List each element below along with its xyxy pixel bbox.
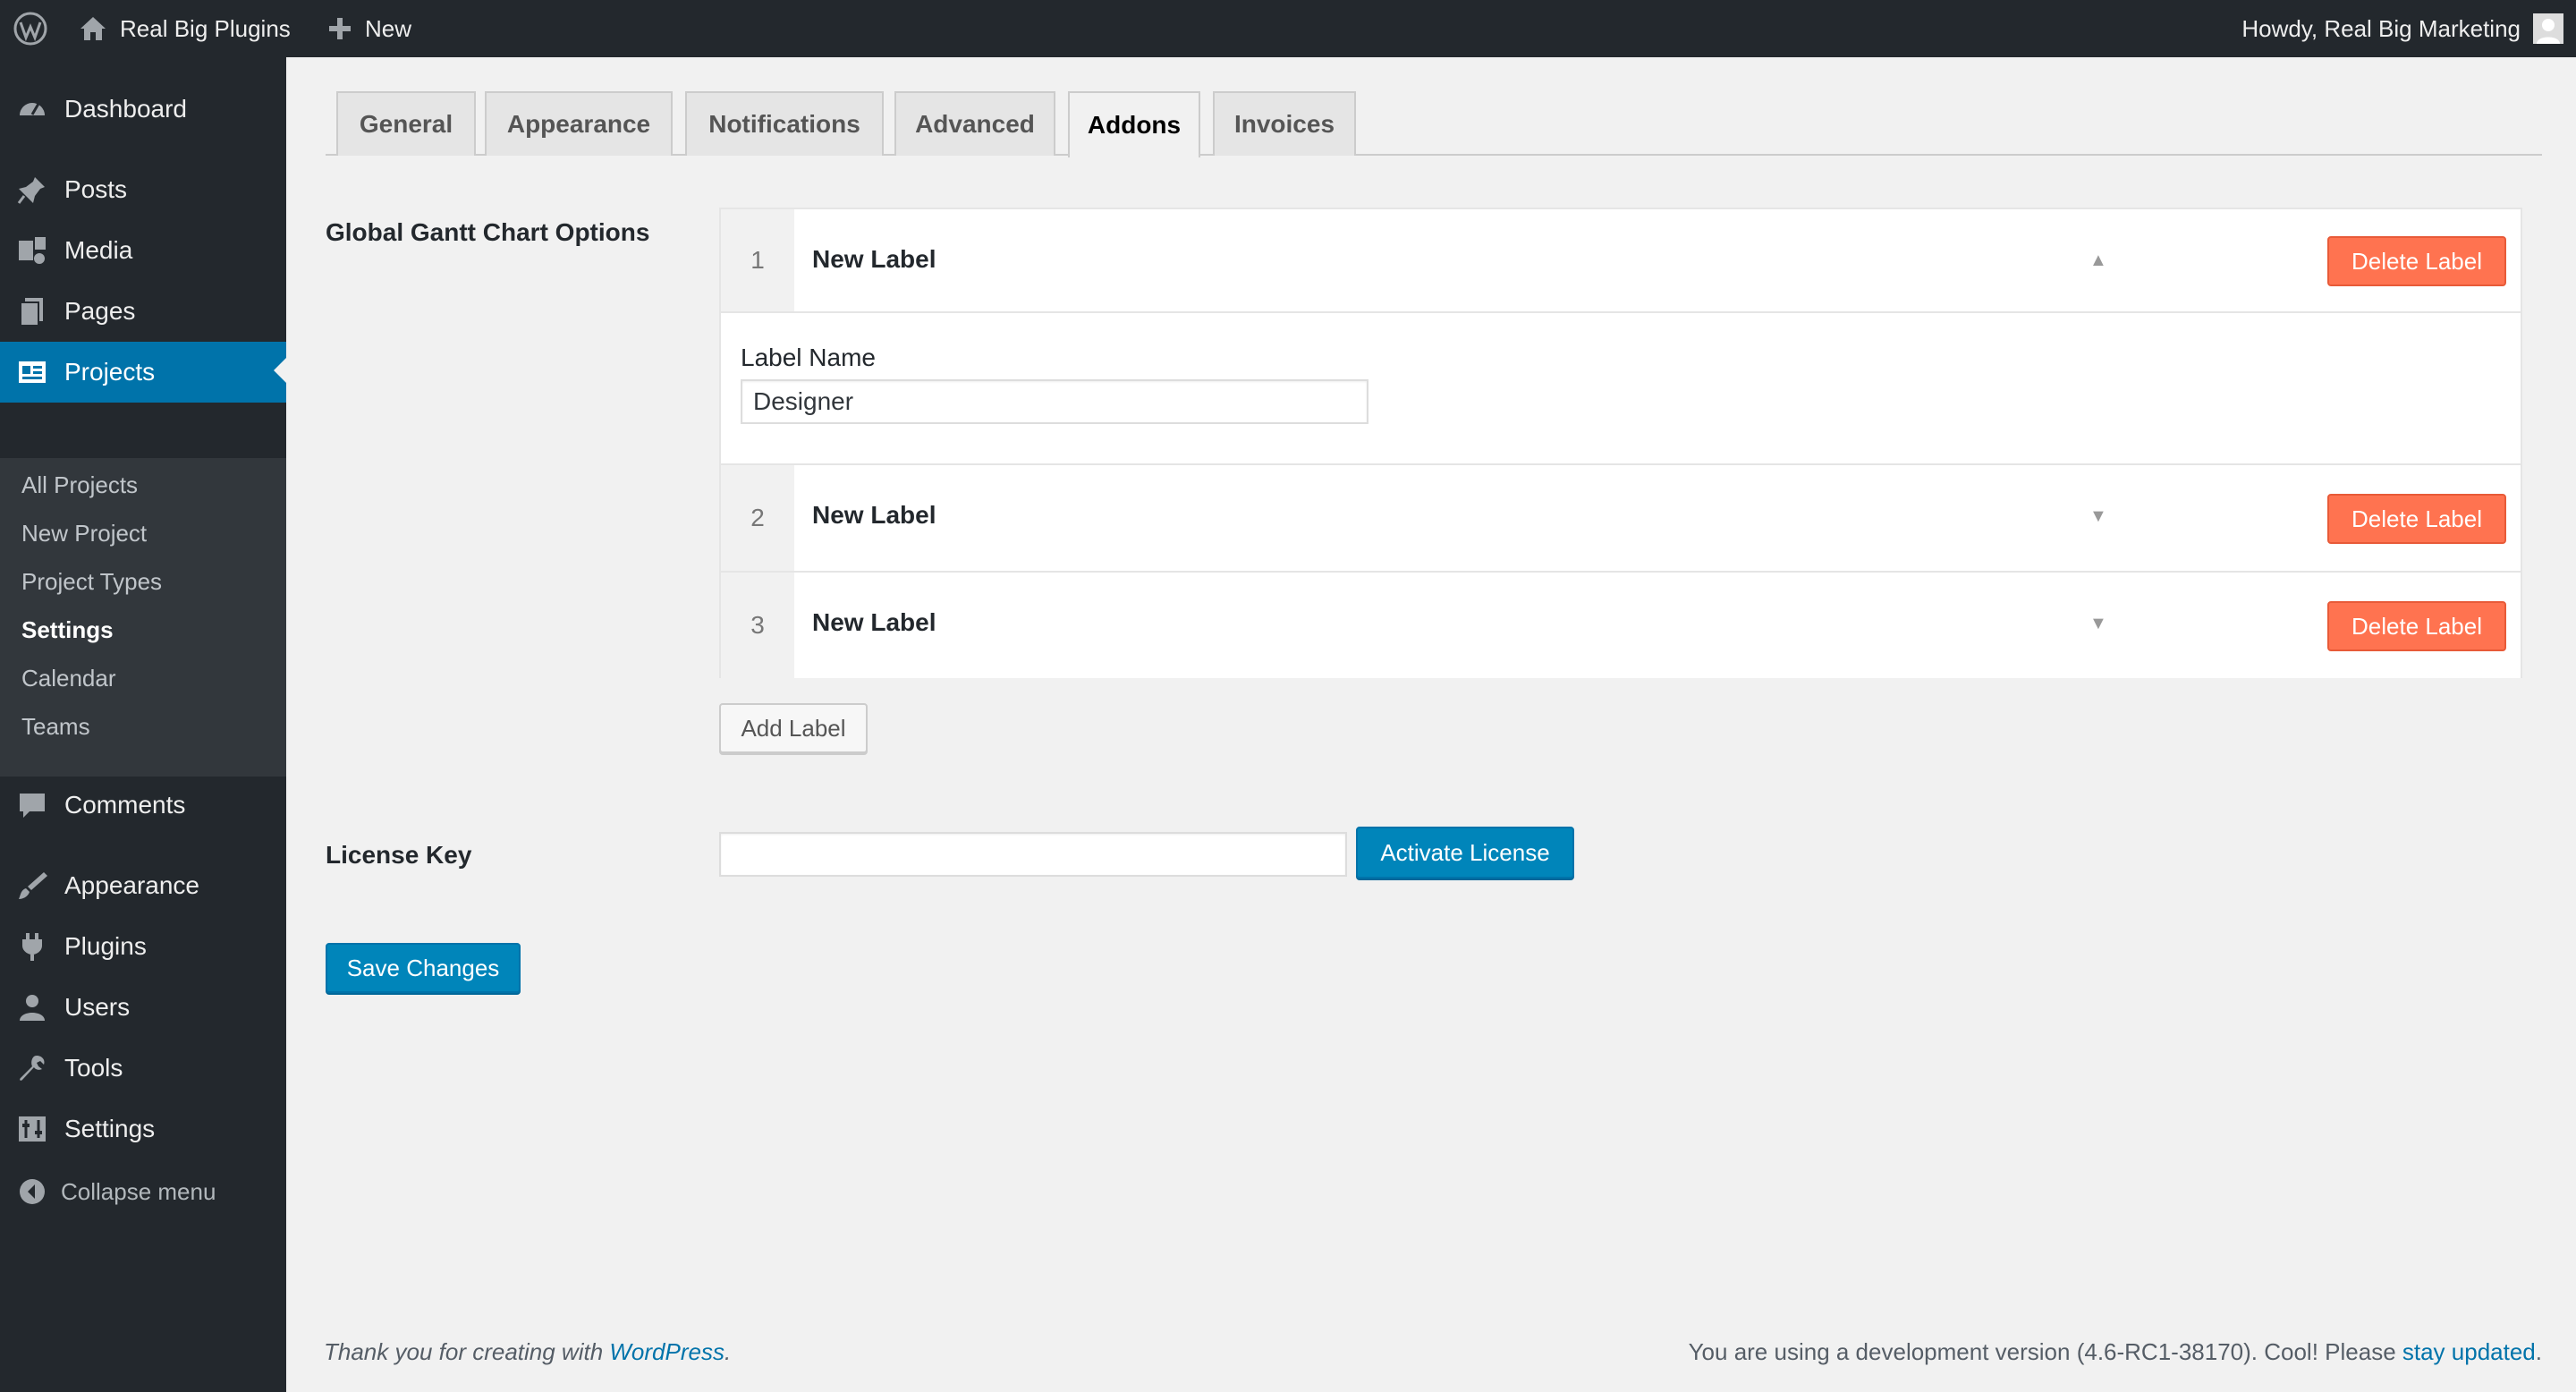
- license-key-label: License Key: [326, 841, 472, 869]
- dashboard-icon: [16, 93, 48, 125]
- menu-label: Users: [64, 993, 131, 1021]
- license-key-input[interactable]: [719, 832, 1347, 877]
- delete-label-button[interactable]: Delete Label: [2327, 494, 2506, 544]
- menu-item-appearance[interactable]: Appearance: [0, 857, 286, 914]
- admin-sidebar: Dashboard Posts Media Pages Projects All…: [0, 57, 286, 1392]
- plugin-icon: [16, 930, 48, 963]
- menu-item-comments[interactable]: Comments: [0, 777, 286, 834]
- menu-label: Comments: [64, 791, 186, 819]
- home-icon: [79, 14, 107, 43]
- submenu-project-types[interactable]: Project Types: [21, 564, 162, 599]
- tab-invoices[interactable]: Invoices: [1213, 91, 1356, 156]
- settings-icon: [16, 1113, 48, 1145]
- footer-thanks-text: Thank you for creating with: [324, 1338, 610, 1365]
- wordpress-link[interactable]: WordPress: [609, 1338, 724, 1365]
- footer-thanks-period: .: [724, 1338, 732, 1365]
- menu-label: Projects: [64, 358, 156, 386]
- menu-item-media[interactable]: Media: [0, 222, 286, 279]
- menu-label: Media: [64, 236, 133, 264]
- collapse-arrow-icon: [16, 1176, 48, 1208]
- projects-submenu: All Projects New Project Project Types S…: [0, 458, 286, 777]
- account-menu[interactable]: Howdy, Real Big Marketing: [2241, 0, 2563, 57]
- expand-arrow-icon[interactable]: ▼: [2089, 614, 2107, 634]
- menu-item-dashboard[interactable]: Dashboard: [0, 81, 286, 138]
- save-changes-button[interactable]: Save Changes: [326, 943, 521, 993]
- howdy-text: Howdy, Real Big Marketing: [2241, 14, 2521, 42]
- menu-item-tools[interactable]: Tools: [0, 1040, 286, 1097]
- row-title: New Label: [812, 245, 936, 273]
- user-icon: [16, 991, 48, 1023]
- footer-version: You are using a development version (4.6…: [1689, 1338, 2542, 1366]
- collapse-arrow-icon[interactable]: ▲: [2089, 250, 2107, 271]
- submenu-teams[interactable]: Teams: [21, 709, 90, 744]
- label-name-field-label: Label Name: [741, 344, 876, 371]
- submenu-all-projects[interactable]: All Projects: [21, 467, 138, 503]
- collapse-label: Collapse menu: [61, 1177, 216, 1205]
- admin-bar: Real Big Plugins New Howdy, Real Big Mar…: [0, 0, 2576, 57]
- tab-notifications[interactable]: Notifications: [685, 91, 884, 156]
- comment-icon: [16, 789, 48, 821]
- gantt-options-label: Global Gantt Chart Options: [326, 218, 650, 246]
- site-home-link[interactable]: Real Big Plugins: [79, 0, 291, 57]
- plus-icon: [327, 16, 352, 41]
- row-title: New Label: [812, 608, 936, 636]
- brush-icon: [16, 870, 48, 902]
- label-name-input[interactable]: [741, 379, 1368, 424]
- menu-label: Tools: [64, 1054, 123, 1082]
- wordpress-logo-icon[interactable]: [13, 0, 48, 57]
- gantt-labels-repeater: 1 New Label ▲ Delete Label Label Name 2 …: [719, 208, 2522, 678]
- tab-general[interactable]: General: [336, 91, 476, 156]
- expand-arrow-icon[interactable]: ▼: [2089, 506, 2107, 527]
- new-content-link[interactable]: New: [327, 0, 411, 57]
- label-row-2[interactable]: 2 New Label ▼ Delete Label: [721, 465, 2521, 573]
- row-number: 2: [721, 465, 794, 571]
- delete-label-button[interactable]: Delete Label: [2327, 601, 2506, 651]
- menu-label: Pages: [64, 297, 136, 325]
- menu-item-projects[interactable]: Projects: [0, 342, 286, 403]
- wrench-icon: [16, 1052, 48, 1084]
- menu-label: Dashboard: [64, 95, 187, 123]
- avatar: [2533, 13, 2563, 44]
- row-number: 1: [721, 209, 794, 311]
- submenu-settings[interactable]: Settings: [21, 612, 114, 648]
- menu-item-pages[interactable]: Pages: [0, 283, 286, 340]
- delete-label-button[interactable]: Delete Label: [2327, 236, 2506, 286]
- site-name: Real Big Plugins: [120, 14, 291, 42]
- menu-label: Appearance: [64, 871, 200, 899]
- tab-appearance[interactable]: Appearance: [485, 91, 673, 156]
- activate-license-button[interactable]: Activate License: [1356, 827, 1574, 878]
- media-icon: [16, 234, 48, 267]
- label-row-3[interactable]: 3 New Label ▼ Delete Label: [721, 573, 2521, 678]
- label-row-header[interactable]: 1 New Label ▲ Delete Label: [721, 209, 2521, 313]
- row-title: New Label: [812, 501, 936, 529]
- pages-icon: [16, 295, 48, 327]
- menu-label: Settings: [64, 1115, 156, 1142]
- settings-tabs: General Appearance Notifications Advance…: [326, 89, 2542, 157]
- footer-thanks: Thank you for creating with WordPress.: [324, 1338, 731, 1366]
- footer-version-period: .: [2535, 1338, 2542, 1365]
- projects-icon: [16, 356, 48, 388]
- new-label: New: [365, 14, 412, 42]
- menu-label: Posts: [64, 175, 128, 203]
- submenu-new-project[interactable]: New Project: [21, 515, 147, 551]
- menu-item-users[interactable]: Users: [0, 979, 286, 1036]
- collapse-menu-button[interactable]: Collapse menu: [0, 1163, 286, 1220]
- label-row-1: 1 New Label ▲ Delete Label Label Name: [721, 209, 2521, 465]
- menu-item-posts[interactable]: Posts: [0, 161, 286, 218]
- stay-updated-link[interactable]: stay updated: [2402, 1338, 2536, 1365]
- add-label-button[interactable]: Add Label: [719, 703, 868, 753]
- tab-addons[interactable]: Addons: [1068, 91, 1200, 157]
- footer-version-text: You are using a development version (4.6…: [1688, 1338, 2402, 1365]
- submenu-calendar[interactable]: Calendar: [21, 660, 116, 696]
- menu-item-plugins[interactable]: Plugins: [0, 918, 286, 975]
- admin-footer: Thank you for creating with WordPress. Y…: [324, 1338, 2542, 1374]
- row-number: 3: [721, 573, 794, 678]
- pin-icon: [16, 174, 48, 206]
- menu-item-settings[interactable]: Settings: [0, 1100, 286, 1158]
- menu-label: Plugins: [64, 932, 147, 960]
- tab-advanced[interactable]: Advanced: [894, 91, 1055, 156]
